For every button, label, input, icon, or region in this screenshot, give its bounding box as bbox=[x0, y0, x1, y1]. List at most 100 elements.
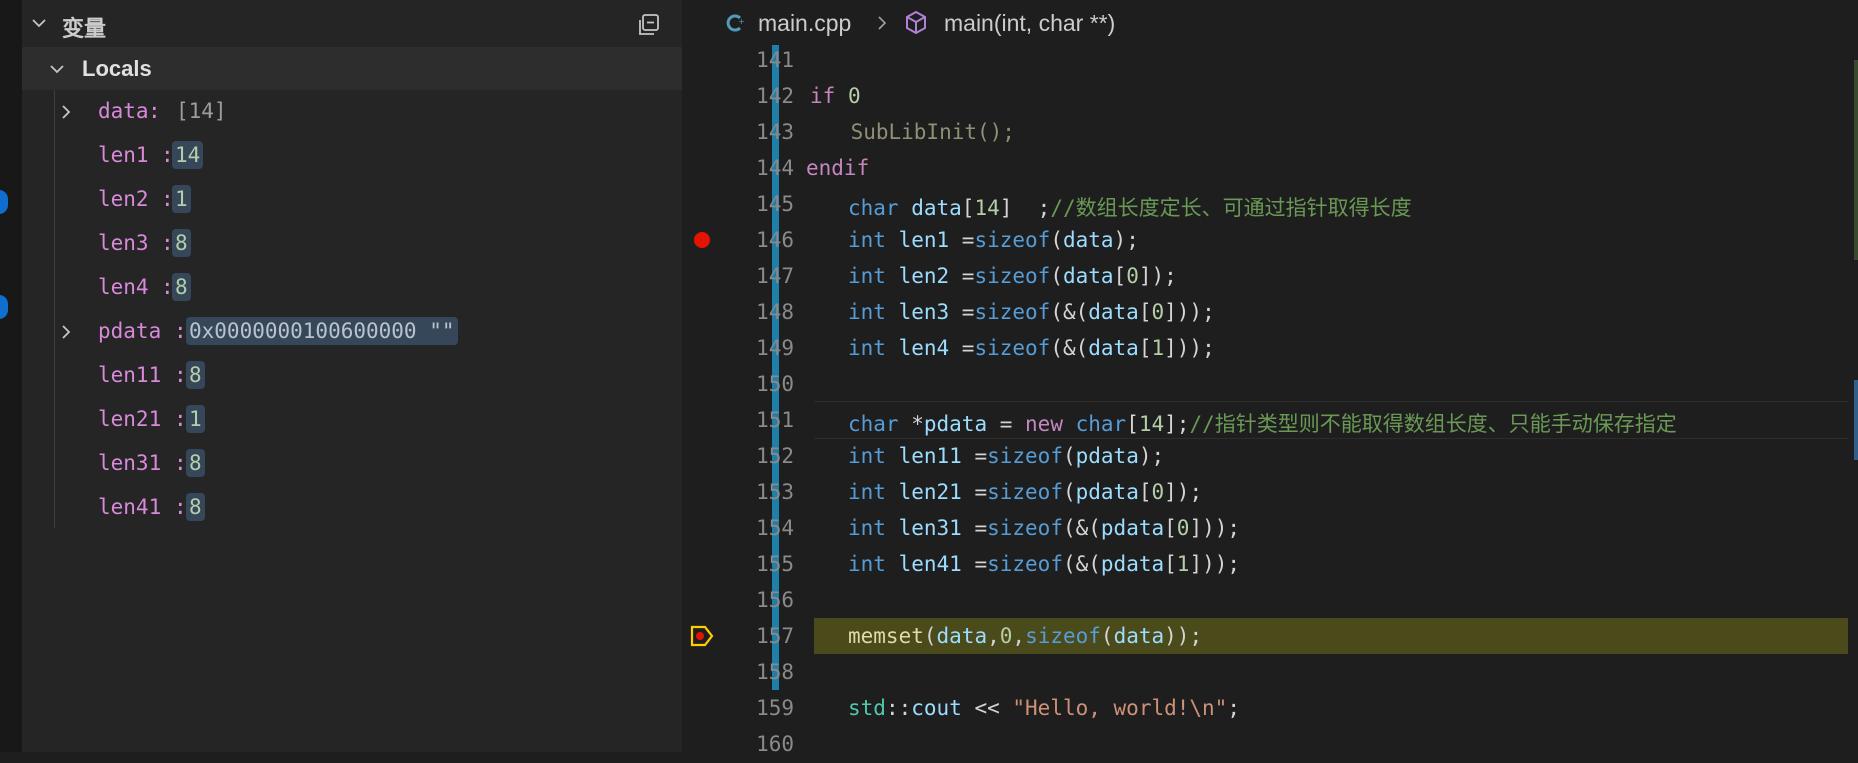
variable-value: [14] bbox=[176, 99, 227, 123]
code-line[interactable]: 154 int len31 =sizeof(&(pdata[0])); bbox=[682, 511, 1858, 547]
token: len41 bbox=[885, 552, 975, 576]
token: = bbox=[961, 264, 975, 288]
token: ]); bbox=[1138, 264, 1177, 288]
token: len4 bbox=[885, 336, 962, 360]
token: (&( bbox=[1062, 516, 1101, 540]
variable-row-len4[interactable]: len4 : 8 bbox=[22, 266, 682, 310]
code-text: char *pdata = new char[14];//指针类型则不能取得数组… bbox=[848, 408, 1677, 438]
activity-badge[interactable] bbox=[0, 295, 8, 319]
chevron-down-icon[interactable] bbox=[32, 17, 46, 29]
chevron-right-icon[interactable] bbox=[60, 105, 72, 119]
token: int bbox=[848, 228, 886, 252]
code-line[interactable]: 144 endif bbox=[682, 151, 1858, 187]
activity-badge[interactable] bbox=[0, 190, 8, 214]
token: int bbox=[848, 516, 886, 540]
code-text: memset(data,0,sizeof(data)); bbox=[848, 624, 1202, 648]
token: data bbox=[898, 196, 962, 220]
code-line[interactable]: 142 if 0 bbox=[682, 79, 1858, 115]
line-number: 146 bbox=[756, 228, 794, 252]
variable-row-data[interactable]: data : [14] bbox=[22, 90, 682, 134]
code-line[interactable]: 153 int len21 =sizeof(pdata[0]); bbox=[682, 475, 1858, 511]
token: ); bbox=[1138, 444, 1165, 468]
line-number: 147 bbox=[756, 264, 794, 288]
token: int bbox=[848, 336, 886, 360]
token: 14 bbox=[1138, 412, 1165, 436]
variable-name: len2 bbox=[98, 187, 149, 211]
code-line[interactable]: 141 bbox=[682, 43, 1858, 79]
token: int bbox=[848, 300, 886, 324]
token: (&( bbox=[1050, 300, 1089, 324]
line-number: 158 bbox=[756, 660, 794, 684]
token: = bbox=[987, 412, 1026, 436]
line-number: 153 bbox=[756, 480, 794, 504]
variable-row-pdata[interactable]: pdata : 0x0000000100600000 "" bbox=[22, 310, 682, 354]
code-line[interactable]: 150 bbox=[682, 367, 1858, 403]
token: )); bbox=[1164, 624, 1203, 648]
token: int bbox=[848, 264, 886, 288]
variable-row-len31[interactable]: len31 : 8 bbox=[22, 442, 682, 486]
variable-separator: : bbox=[174, 319, 187, 343]
code-line[interactable]: 147 int len2 =sizeof(data[0]); bbox=[682, 259, 1858, 295]
locals-label: Locals bbox=[82, 56, 152, 81]
variable-row-len1[interactable]: len1 : 14 bbox=[22, 134, 682, 178]
code-line[interactable]: 149 int len4 =sizeof(&(data[1])); bbox=[682, 331, 1858, 367]
variable-row-len11[interactable]: len11 : 8 bbox=[22, 354, 682, 398]
variable-row-len41[interactable]: len41 : 8 bbox=[22, 486, 682, 530]
code-line[interactable]: 160 bbox=[682, 727, 1858, 763]
token: char bbox=[848, 196, 899, 220]
breadcrumb-file[interactable]: main.cpp bbox=[758, 10, 851, 37]
line-number: 152 bbox=[756, 444, 794, 468]
chevron-right-icon[interactable] bbox=[60, 325, 72, 339]
token: int bbox=[848, 552, 886, 576]
code-line[interactable]: 151 char *pdata = new char[14];//指针类型则不能… bbox=[682, 403, 1858, 439]
token: char bbox=[848, 412, 899, 436]
token: data bbox=[1088, 336, 1139, 360]
token: , bbox=[987, 624, 1000, 648]
code-line[interactable]: 143 SubLibInit(); bbox=[682, 115, 1858, 151]
token: = bbox=[961, 300, 975, 324]
token: [ bbox=[1126, 412, 1139, 436]
token: sizeof bbox=[1025, 624, 1101, 648]
token: 0 bbox=[999, 624, 1013, 648]
code-text: int len11 =sizeof(pdata); bbox=[848, 444, 1164, 468]
variable-name: len1 bbox=[98, 143, 149, 167]
token: [ bbox=[1138, 300, 1152, 324]
token: sizeof bbox=[974, 336, 1051, 360]
collapse-all-icon[interactable] bbox=[636, 12, 662, 38]
token: 14 bbox=[974, 196, 1000, 220]
token: [ bbox=[1164, 516, 1177, 540]
variable-separator: : bbox=[174, 363, 187, 387]
line-number: 157 bbox=[756, 624, 794, 648]
line-number: 143 bbox=[756, 120, 794, 144]
code-line[interactable]: 148 int len3 =sizeof(&(data[0])); bbox=[682, 295, 1858, 331]
variable-value: 8 bbox=[172, 273, 191, 301]
token: ]); bbox=[1164, 480, 1203, 504]
variable-row-len3[interactable]: len3 : 8 bbox=[22, 222, 682, 266]
code-line[interactable]: 156 bbox=[682, 583, 1858, 619]
variables-header[interactable]: 变量 bbox=[22, 0, 682, 47]
token: len3 bbox=[885, 300, 962, 324]
code-line[interactable]: 152 int len11 =sizeof(pdata); bbox=[682, 439, 1858, 475]
token: :: bbox=[885, 696, 912, 720]
chevron-down-icon[interactable] bbox=[50, 63, 64, 75]
code-line[interactable]: 159 std::cout << "Hello, world!\n"; bbox=[682, 691, 1858, 727]
code-line[interactable]: 145 char data[14] ;//数组长度定长、可通过指针取得长度 bbox=[682, 187, 1858, 223]
token: int bbox=[848, 444, 886, 468]
code-line-current[interactable]: 157 memset(data,0,sizeof(data)); bbox=[682, 619, 1858, 655]
token: [ bbox=[1138, 336, 1152, 360]
variable-row-len2[interactable]: len2 : 1 bbox=[22, 178, 682, 222]
svg-text:+: + bbox=[738, 17, 745, 26]
token: 0 bbox=[847, 84, 861, 108]
variables-panel: 变量 Locals data : [14] len1 : 14 len2 : 1… bbox=[22, 0, 682, 752]
code-editor[interactable]: + main.cpp main(int, char **) 141 142 if… bbox=[682, 0, 1858, 756]
locals-scope-row[interactable]: Locals bbox=[22, 47, 682, 90]
code-line[interactable]: 146 int len1 =sizeof(data); bbox=[682, 223, 1858, 259]
code-line[interactable]: 155 int len41 =sizeof(&(pdata[1])); bbox=[682, 547, 1858, 583]
variable-name: pdata bbox=[98, 319, 162, 343]
line-number: 145 bbox=[756, 192, 794, 216]
breadcrumb-symbol[interactable]: main(int, char **) bbox=[944, 10, 1115, 37]
token: (&( bbox=[1050, 336, 1089, 360]
code-line[interactable]: 158 bbox=[682, 655, 1858, 691]
token: = bbox=[974, 480, 988, 504]
variable-row-len21[interactable]: len21 : 1 bbox=[22, 398, 682, 442]
